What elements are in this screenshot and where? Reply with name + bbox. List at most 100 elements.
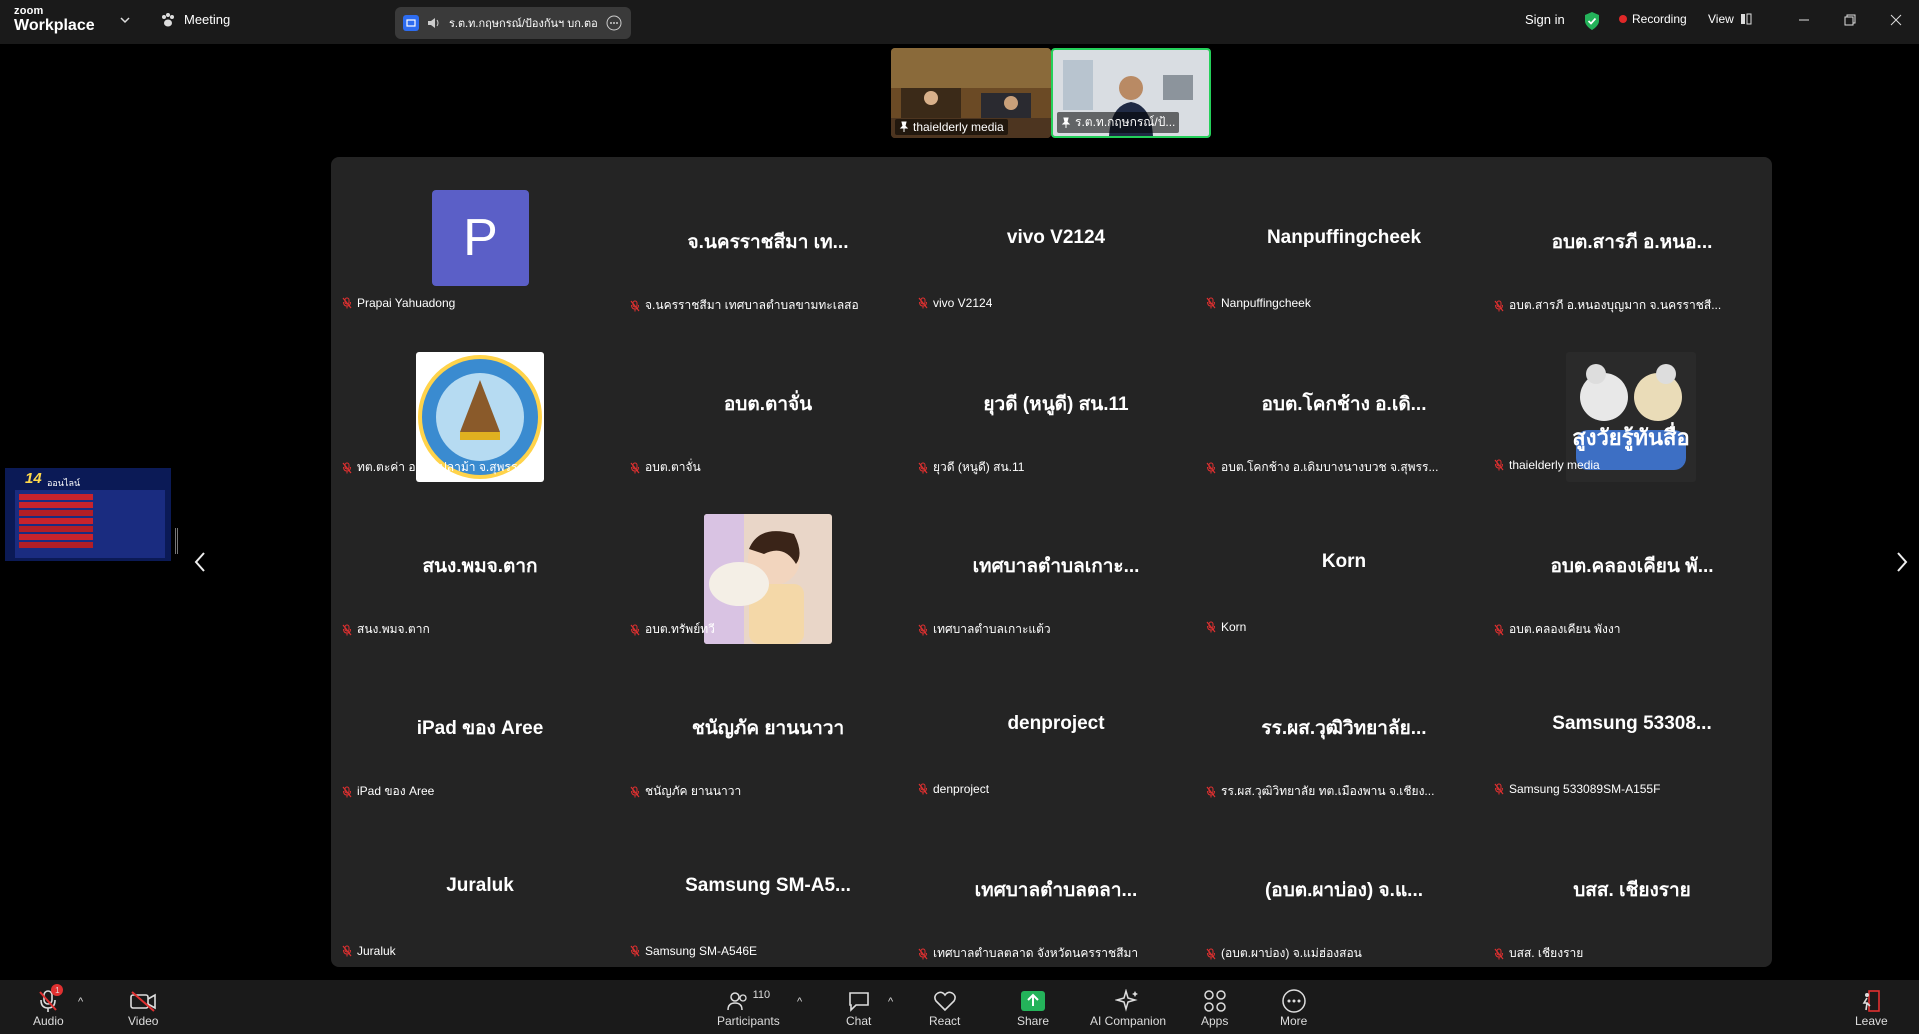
more-label: More	[1280, 1014, 1308, 1028]
participant-name-label: บสส. เชียงราย	[1494, 944, 1583, 963]
meeting-menu[interactable]: Meeting	[160, 12, 230, 27]
participants-count: 110	[752, 989, 771, 1001]
microphone-muted-icon	[630, 624, 640, 635]
view-label: View	[1708, 12, 1734, 26]
chat-button[interactable]: Chat	[846, 988, 871, 1028]
shared-content-thumbnail[interactable]: 14 ออนไลน์	[5, 468, 171, 561]
ai-companion-button[interactable]: AI Companion	[1090, 988, 1166, 1028]
recording-label: Recording	[1632, 12, 1687, 26]
participant-tile[interactable]: Samsung SM-A5... Samsung SM-A546E	[624, 805, 912, 967]
leave-door-icon	[1862, 990, 1881, 1012]
thumbnail-name: ร.ต.ท.กฤษกรณ์/ป้...	[1057, 112, 1180, 133]
share-button[interactable]: Share	[1017, 988, 1049, 1028]
speaker-icon	[428, 18, 439, 28]
video-thumbnail-active-speaker[interactable]: ร.ต.ท.กฤษกรณ์/ป้...	[1051, 48, 1211, 138]
participant-name-label: อบต.คลองเคียน พังงา	[1494, 620, 1620, 639]
participants-options-caret-icon[interactable]: ^	[797, 996, 802, 1008]
participant-tile[interactable]: Nanpuffingcheek Nanpuffingcheek	[1200, 157, 1488, 319]
participant-name: vivo V2124	[933, 296, 993, 310]
participant-name-label: thaielderly media	[1494, 458, 1600, 472]
participant-tile[interactable]: เทศบาลตำบลเกาะ... เทศบาลตำบลเกาะแต้ว	[912, 481, 1200, 643]
participant-name: denproject	[933, 782, 990, 796]
participant-tile[interactable]: อบต.โคกช้าง อ.เดิ... อบต.โคกช้าง อ.เดิมบา…	[1200, 319, 1488, 481]
participants-button[interactable]: 110 Participants	[717, 988, 780, 1028]
participant-tile[interactable]: สนง.พมจ.ตาก สนง.พมจ.ตาก	[336, 481, 624, 643]
participant-tile[interactable]: อบต.สารภี อ.หนอ... อบต.สารภี อ.หนองบุญมาก…	[1488, 157, 1776, 319]
participant-tile[interactable]: ทต.ตะค่า อ.บางปลาม้า จ.สุพรรณบุรี	[336, 319, 624, 482]
participant-name-label: Nanpuffingcheek	[1206, 296, 1311, 310]
participant-tile[interactable]: denproject denproject	[912, 643, 1200, 805]
pin-icon	[1061, 117, 1071, 128]
participant-tile[interactable]: Korn Korn	[1200, 481, 1488, 643]
participant-tile[interactable]: ชนัญภัค ยานนาวา ชนัญภัค ยานนาวา	[624, 643, 912, 805]
participant-name-label: Prapai Yahuadong	[342, 296, 455, 310]
chat-options-caret-icon[interactable]: ^	[888, 996, 893, 1008]
participant-tile[interactable]: (อบต.ผาบ่อง) จ.แ... (อบต.ผาบ่อง) จ.แม่ฮ่อ…	[1200, 805, 1488, 967]
participant-tile[interactable]: บสส. เชียงราย บสส. เชียงราย	[1488, 805, 1776, 967]
shield-icon[interactable]	[1583, 11, 1601, 31]
participant-tile[interactable]: Samsung 53308... Samsung 533089SM-A155F	[1488, 643, 1776, 805]
microphone-muted-icon	[342, 786, 352, 797]
participant-tile[interactable]: อบต.ตาจั่น อบต.ตาจั่น	[624, 319, 912, 481]
participant-name-label: denproject	[918, 782, 989, 796]
microphone-muted-icon	[918, 462, 928, 473]
participant-name: อบต.คลองเคียน พังงา	[1509, 622, 1621, 636]
microphone-muted-icon	[1206, 786, 1216, 797]
heart-icon	[933, 991, 956, 1012]
minimize-icon[interactable]	[1794, 10, 1814, 30]
microphone-muted-icon	[630, 945, 640, 957]
more-button[interactable]: More	[1280, 988, 1307, 1028]
audio-button[interactable]: 1 Audio	[33, 984, 64, 1028]
participant-display-name: สนง.พมจ.ตาก	[422, 556, 538, 577]
participant-display-name: Nanpuffingcheek	[1266, 227, 1422, 248]
sign-in-button[interactable]: Sign in	[1525, 12, 1565, 27]
participant-name: ยุวดี (หนูดี) สน.11	[933, 460, 1025, 474]
next-page-icon[interactable]	[1891, 549, 1911, 575]
participant-display-name: iPad ของ Aree	[416, 718, 544, 739]
react-button[interactable]: React	[929, 988, 960, 1028]
recording-indicator[interactable]: Recording	[1619, 12, 1687, 26]
participant-name-label: อบต.โคกช้าง อ.เดิมบางนางบวช จ.สุพรร...	[1206, 458, 1438, 477]
video-thumbnail[interactable]: thaielderly media	[891, 48, 1051, 138]
microphone-muted-icon	[1206, 621, 1216, 633]
participant-name-label: ทต.ตะค่า อ.บางปลาม้า จ.สุพรรณบุรี	[342, 458, 543, 477]
share-label: Share	[1017, 1014, 1050, 1028]
participant-name-label: อบต.ทรัพย์ทวี	[630, 620, 715, 639]
participant-tile[interactable]: ยุวดี (หนูดี) สน.11 ยุวดี (หนูดี) สน.11	[912, 319, 1200, 481]
resize-handle[interactable]	[175, 528, 178, 554]
participant-display-name: อบต.สารภี อ.หนอ...	[1551, 232, 1713, 253]
leave-button[interactable]: Leave	[1855, 988, 1888, 1028]
microphone-muted-icon	[1206, 948, 1216, 959]
video-button[interactable]: Video	[128, 988, 158, 1028]
leave-label: Leave	[1855, 1014, 1888, 1028]
participant-tile[interactable]: เทศบาลตำบลตลา... เทศบาลตำบลตลาด จังหวัดนค…	[912, 805, 1200, 967]
view-menu[interactable]: View	[1708, 12, 1752, 26]
audio-options-caret-icon[interactable]: ^	[78, 996, 83, 1008]
participant-tile[interactable]: P Prapai Yahuadong	[336, 157, 624, 319]
participant-name-label: (อบต.ผาบ่อง) จ.แม่ฮ่องสอน	[1206, 944, 1362, 963]
microphone-muted-icon	[630, 462, 640, 473]
participant-tile[interactable]: Juraluk Juraluk	[336, 805, 624, 967]
participant-tile[interactable]: อบต.คลองเคียน พั... อบต.คลองเคียน พังงา	[1488, 481, 1776, 643]
participant-tile[interactable]: vivo V2124 vivo V2124	[912, 157, 1200, 319]
participant-tile[interactable]: iPad ของ Aree iPad ของ Aree	[336, 643, 624, 805]
prev-page-icon[interactable]	[191, 549, 211, 575]
shared-number: 14	[25, 470, 42, 487]
participant-tile[interactable]: อบต.ทรัพย์ทวี	[624, 481, 912, 644]
participant-name: (อบต.ผาบ่อง) จ.แม่ฮ่องสอน	[1221, 946, 1362, 960]
participant-display-name: รร.ผส.วุฒิวิทยาลัย...	[1261, 718, 1427, 739]
screen-share-indicator[interactable]: ร.ต.ท.กฤษกรณ์/ป้องกันฯ บก.ตอ	[395, 7, 631, 39]
restore-icon[interactable]	[1840, 10, 1860, 30]
close-icon[interactable]	[1886, 10, 1906, 30]
more-options-icon[interactable]	[606, 15, 622, 31]
participant-name: Nanpuffingcheek	[1221, 296, 1311, 310]
chevron-down-icon[interactable]	[120, 15, 130, 25]
participant-tile[interactable]: รร.ผส.วุฒิวิทยาลัย... รร.ผส.วุฒิวิทยาลัย …	[1200, 643, 1488, 805]
participant-display-name: vivo V2124	[1006, 227, 1106, 248]
apps-button[interactable]: Apps	[1201, 988, 1228, 1028]
participant-tile[interactable]: จ.นครราชสีมา เท... จ.นครราชสีมา เทศบาลตำบ…	[624, 157, 912, 319]
brand-top: zoom	[14, 5, 44, 17]
participant-tile[interactable]: สูงวัยรู้ทันสื่อ thaielderly media	[1488, 319, 1776, 482]
participant-name: เทศบาลตำบลเกาะแต้ว	[933, 622, 1051, 636]
microphone-muted-icon	[918, 948, 928, 959]
